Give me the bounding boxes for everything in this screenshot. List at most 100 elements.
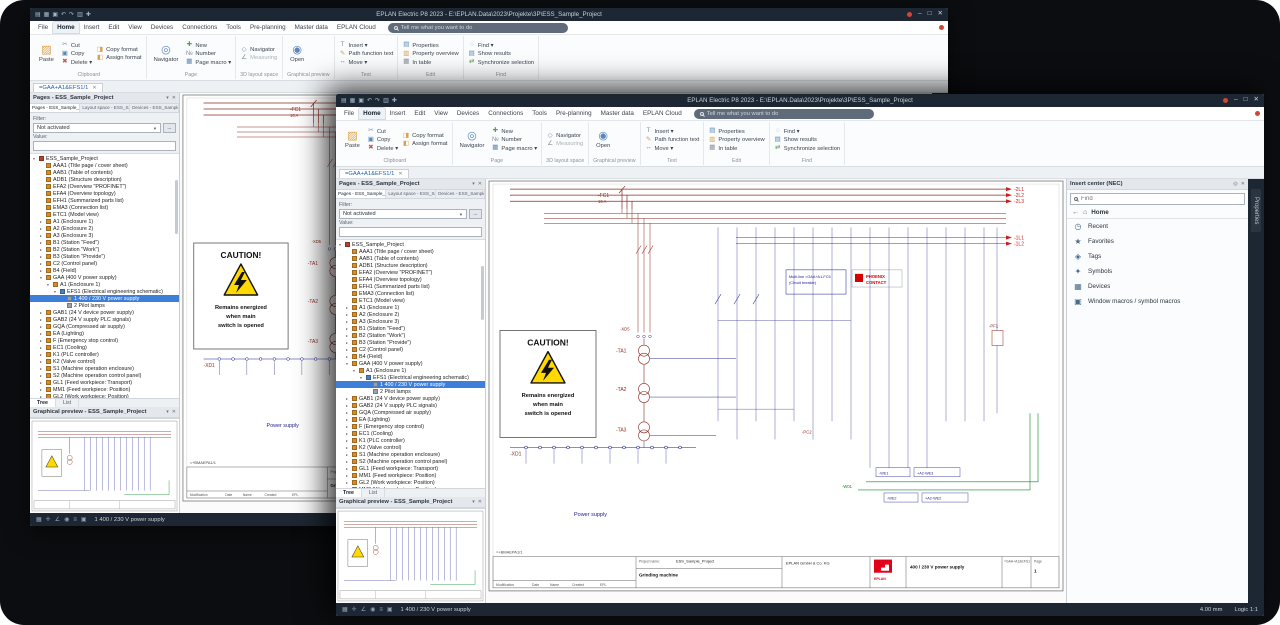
ribbon-tab[interactable]: Insert xyxy=(386,108,410,119)
tree-item[interactable]: ADB1 (Structure description) xyxy=(30,176,179,183)
tree-item[interactable]: AAA1 (Title page / cover sheet) xyxy=(30,162,179,169)
tree-item[interactable]: ETC1 (Model view) xyxy=(336,297,485,304)
search-box[interactable] xyxy=(694,109,874,119)
tree-item[interactable]: ▸ B1 (Station "Feed") xyxy=(336,325,485,332)
tree-item[interactable]: ADB1 (Structure description) xyxy=(336,262,485,269)
tree-item[interactable]: EFA2 (Overview "PROFINET") xyxy=(336,269,485,276)
filter-select[interactable]: Not activated ▼ xyxy=(33,123,161,133)
tree-item[interactable]: 1 400 / 230 V power supply xyxy=(336,381,485,388)
tree-item[interactable]: ▸ EA (Lighting) xyxy=(336,416,485,423)
tree-item[interactable]: ▾ EFS1 (Electrical engineering schematic… xyxy=(336,374,485,381)
property-overview-button[interactable]: ▥Property overview xyxy=(402,51,458,58)
filter-value-input[interactable] xyxy=(33,141,176,151)
synchronize-selection-button[interactable]: ⇄Synchronize selection xyxy=(468,59,534,66)
tree-item[interactable]: ▸ C2 (Control panel) xyxy=(336,346,485,353)
page-macro-button[interactable]: ▦Page macro ▾ xyxy=(185,59,231,66)
tree-view-tab[interactable]: Tree xyxy=(30,399,56,407)
ribbon-search-input[interactable] xyxy=(707,111,868,117)
navigator-tab[interactable]: Pages - ESS_Sample_P... xyxy=(30,104,80,112)
ribbon-tab[interactable]: Tools xyxy=(528,108,551,119)
tree-item[interactable]: ▸ A3 (Enclosure 3) xyxy=(30,232,179,239)
undo-icon[interactable]: ↶ xyxy=(367,98,372,104)
close-tab-icon[interactable]: ✕ xyxy=(92,85,96,91)
panel-close-icon[interactable]: ✕ xyxy=(172,409,176,415)
magnet-icon[interactable]: ▣ xyxy=(387,607,393,613)
ribbon-tab[interactable]: Home xyxy=(53,22,79,33)
show-results-button[interactable]: ▤Show results xyxy=(468,51,534,58)
tree-item[interactable]: ▸ S1 (Machine operation enclosure) xyxy=(30,365,179,372)
ribbon-tab[interactable]: Devices xyxy=(453,108,483,119)
tree-item[interactable]: EFA4 (Overview topology) xyxy=(336,276,485,283)
tree-item[interactable]: ▸ A1 (Enclosure 1) xyxy=(336,304,485,311)
tree-item[interactable]: ▸ S1 (Machine operation enclosure) xyxy=(336,451,485,458)
tree-item[interactable]: EFA4 (Overview topology) xyxy=(30,190,179,197)
tree-item[interactable]: 2 Pilot lamps xyxy=(30,302,179,309)
tree-item[interactable]: AAA1 (Title page / cover sheet) xyxy=(336,248,485,255)
tree-item[interactable]: ▸ EA (Lighting) xyxy=(30,330,179,337)
angle-icon[interactable]: ∠ xyxy=(361,607,366,613)
path-function-text-button[interactable]: ✎Path function text xyxy=(339,51,394,58)
3d-navigator-button[interactable]: ◇Navigator xyxy=(546,133,583,140)
tree-item[interactable]: ▸ B3 (Station "Provide") xyxy=(30,253,179,260)
new-icon[interactable]: ▤ xyxy=(341,98,347,104)
tree-item[interactable]: ▸ A3 (Enclosure 3) xyxy=(336,318,485,325)
tree-item[interactable]: ▸ GL1 (Feed workpiece: Transport) xyxy=(336,465,485,472)
ribbon-tab[interactable]: Pre-planning xyxy=(552,108,596,119)
insert-center-item[interactable]: ★ Favorites xyxy=(1067,234,1248,249)
account-icon[interactable] xyxy=(907,12,912,17)
redo-icon[interactable]: ↷ xyxy=(375,98,380,104)
tree-item[interactable]: ETC1 (Model view) xyxy=(30,211,179,218)
open-preview-button[interactable]: ◉ Open xyxy=(593,130,613,150)
tree-item[interactable]: ▸ MM1 (Feed workpiece: Position) xyxy=(30,386,179,393)
insert-center-item[interactable]: ◷ Recent xyxy=(1067,219,1248,234)
open-icon[interactable]: ▦ xyxy=(350,98,356,104)
tree-item[interactable]: ▾ EFS1 (Electrical engineering schematic… xyxy=(30,288,179,295)
snap-icon[interactable]: ✛ xyxy=(352,607,357,613)
insert-center-item[interactable]: ◈ Tags xyxy=(1067,249,1248,264)
tree-item[interactable]: ▸ GQA (Compressed air supply) xyxy=(336,409,485,416)
ribbon-tab[interactable]: Connections xyxy=(178,22,221,33)
tree-item[interactable]: ▸ K1 (PLC controller) xyxy=(30,351,179,358)
close-button[interactable]: ✕ xyxy=(938,11,943,18)
minimize-button[interactable]: – xyxy=(1234,97,1238,104)
ribbon-tab[interactable]: Home xyxy=(359,108,385,119)
tree-item[interactable]: 2 Pilot lamps xyxy=(336,388,485,395)
tree-item[interactable]: ▸ GAB2 (24 V supply PLC signals) xyxy=(336,402,485,409)
tree-item[interactable]: ▸ A2 (Enclosure 2) xyxy=(336,311,485,318)
tree-view-tab[interactable]: List xyxy=(56,399,79,407)
notification-icon[interactable] xyxy=(1255,111,1260,116)
tree-item[interactable]: AAB1 (Table of contents) xyxy=(30,169,179,176)
ribbon-tab[interactable]: File xyxy=(340,108,358,119)
panel-close-icon[interactable]: ✕ xyxy=(172,95,176,101)
ribbon-tab[interactable]: EPLAN Cloud xyxy=(639,108,686,119)
delete-button[interactable]: ✖Delete ▾ xyxy=(61,59,92,66)
tree-item[interactable]: ▸ GL2 (Work workpiece: Position) xyxy=(30,393,179,398)
magnet-icon[interactable]: ▣ xyxy=(81,517,87,523)
ribbon-search-input[interactable] xyxy=(401,25,562,31)
in-table-button[interactable]: ▦In table xyxy=(402,59,458,66)
insert-search-input[interactable] xyxy=(1081,196,1241,202)
layers-icon[interactable]: ≡ xyxy=(379,607,383,613)
tree-item[interactable]: ▾ GAA (400 V power supply) xyxy=(336,360,485,367)
notification-icon[interactable] xyxy=(939,25,944,30)
ribbon-tab[interactable]: Master data xyxy=(291,22,332,33)
3d-navigator-button[interactable]: ◇Navigator xyxy=(240,47,277,54)
maximize-button[interactable]: □ xyxy=(928,11,932,18)
tree-item[interactable]: EMA3 (Connection list) xyxy=(30,204,179,211)
path-function-text-button[interactable]: ✎Path function text xyxy=(645,137,700,144)
tree-item[interactable]: ▾ ESS_Sample_Project xyxy=(30,155,179,162)
cut-button[interactable]: ✂Cut xyxy=(367,128,398,135)
panel-menu-icon[interactable]: ▾ xyxy=(472,181,475,187)
tree-item[interactable]: ▸ C2 (Control panel) xyxy=(30,260,179,267)
tree-item[interactable]: ▸ A1 (Enclosure 1) xyxy=(30,218,179,225)
show-results-button[interactable]: ▤Show results xyxy=(774,137,840,144)
object-snap-icon[interactable]: ◉ xyxy=(370,607,375,613)
new-page-button[interactable]: ✚New xyxy=(185,42,231,49)
document-tab[interactable]: =GAA+A1&EFS1/1 ✕ xyxy=(33,83,103,92)
search-box[interactable] xyxy=(388,23,568,33)
insert-center-item[interactable]: ✦ Symbols xyxy=(1067,264,1248,279)
tree-item[interactable]: ▸ B4 (Field) xyxy=(30,267,179,274)
copy-format-button[interactable]: ◨Copy format xyxy=(96,47,141,54)
tree-item[interactable]: EMA3 (Connection list) xyxy=(336,290,485,297)
tree-item[interactable]: ▸ B2 (Station "Work") xyxy=(30,246,179,253)
